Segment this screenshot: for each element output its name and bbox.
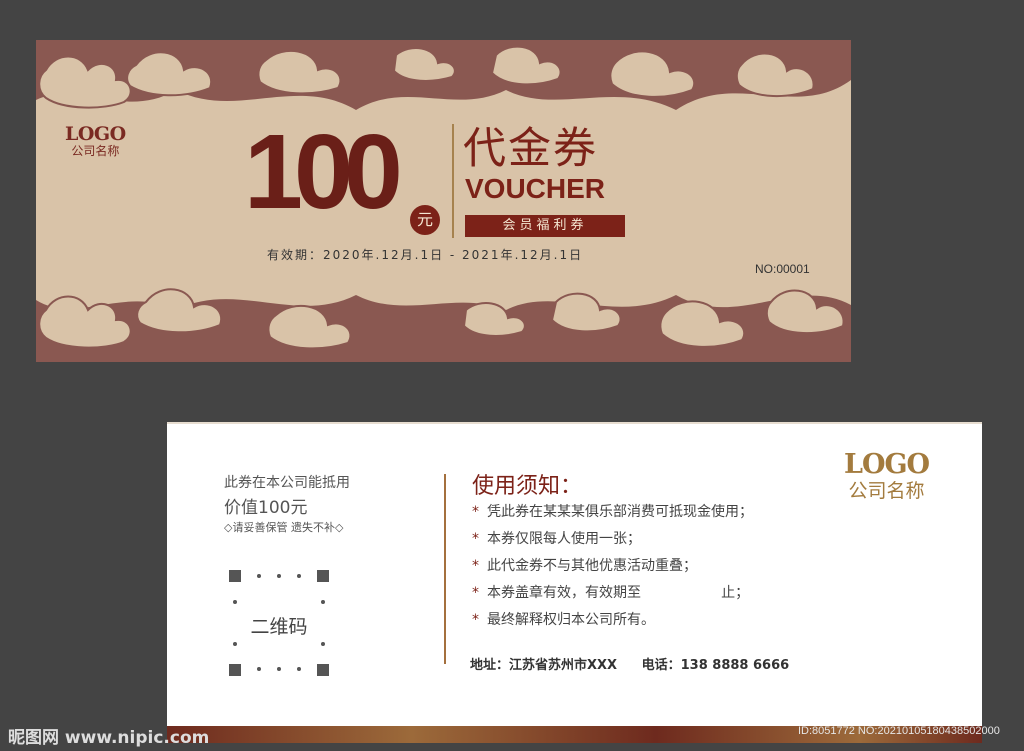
site-watermark: 昵图网 www.nipic.com xyxy=(8,728,210,748)
back-logo: LOGO 公司名称 xyxy=(844,449,930,503)
value-description: 此券在本公司能抵用 xyxy=(224,475,350,491)
validity-period: 有效期：2020年.12月.1日 - 2021年.12月.1日 xyxy=(267,248,584,262)
list-item: * 此代金券不与其他优惠活动重叠； xyxy=(472,558,697,574)
qr-code-placeholder: 二维码 xyxy=(229,570,329,676)
qr-corner xyxy=(229,570,241,582)
voucher-front: LOGO 公司名称 100 元 代金券 VOUCHER 会员福利券 有效期：20… xyxy=(36,40,851,362)
id-watermark: ID:8051772 NO:20210105180438502000 xyxy=(798,725,1000,737)
serial-number: NO:00001 xyxy=(755,262,810,276)
back-top-border xyxy=(167,422,982,424)
list-item: * 最终解释权归本公司所有。 xyxy=(472,612,655,628)
back-logo-text: LOGO xyxy=(844,449,930,480)
voucher-amount: 100 xyxy=(244,113,403,231)
front-logo: LOGO 公司名称 xyxy=(65,124,126,158)
value-amount: 价值100元 xyxy=(224,498,308,518)
back-divider xyxy=(444,474,446,664)
qr-corner xyxy=(317,664,329,676)
usage-notice-title: 使用须知： xyxy=(472,474,583,499)
voucher-title-en: VOUCHER xyxy=(465,173,606,204)
back-company-name: 公司名称 xyxy=(848,480,925,502)
list-item: * 本券盖章有效，有效期至 止； xyxy=(472,585,750,601)
phone-text: 电话：138 8888 6666 xyxy=(641,658,790,673)
usage-rules-list: * 凭此券在某某某俱乐部消费可抵现金使用； * 本券仅限每人使用一张； * 此代金券不… xyxy=(472,502,753,637)
qr-corner xyxy=(229,664,241,676)
cloud-border-decoration xyxy=(36,40,851,362)
front-company-name: 公司名称 xyxy=(71,144,120,158)
member-tagline: 会员福利券 xyxy=(465,215,625,237)
voucher-title-cn: 代金券 xyxy=(463,124,598,174)
list-item: * 凭此券在某某某俱乐部消费可抵现金使用； xyxy=(472,504,753,520)
contact-info: 地址：江苏省苏州市XXX 电话：138 8888 6666 xyxy=(470,654,809,673)
qr-corner xyxy=(317,570,329,582)
voucher-back: 此券在本公司能抵用 价值100元 ◇请妥善保管 遗失不补◇ 二维码 使用须知： … xyxy=(167,422,982,726)
title-divider xyxy=(452,124,454,238)
qr-code-label: 二维码 xyxy=(250,616,308,638)
currency-badge: 元 xyxy=(408,203,442,237)
keep-safe-note: ◇请妥善保管 遗失不补◇ xyxy=(224,521,344,534)
list-item: * 本券仅限每人使用一张； xyxy=(472,531,641,547)
front-logo-text: LOGO xyxy=(65,123,126,145)
address-text: 地址：江苏省苏州市XXX xyxy=(470,658,618,673)
